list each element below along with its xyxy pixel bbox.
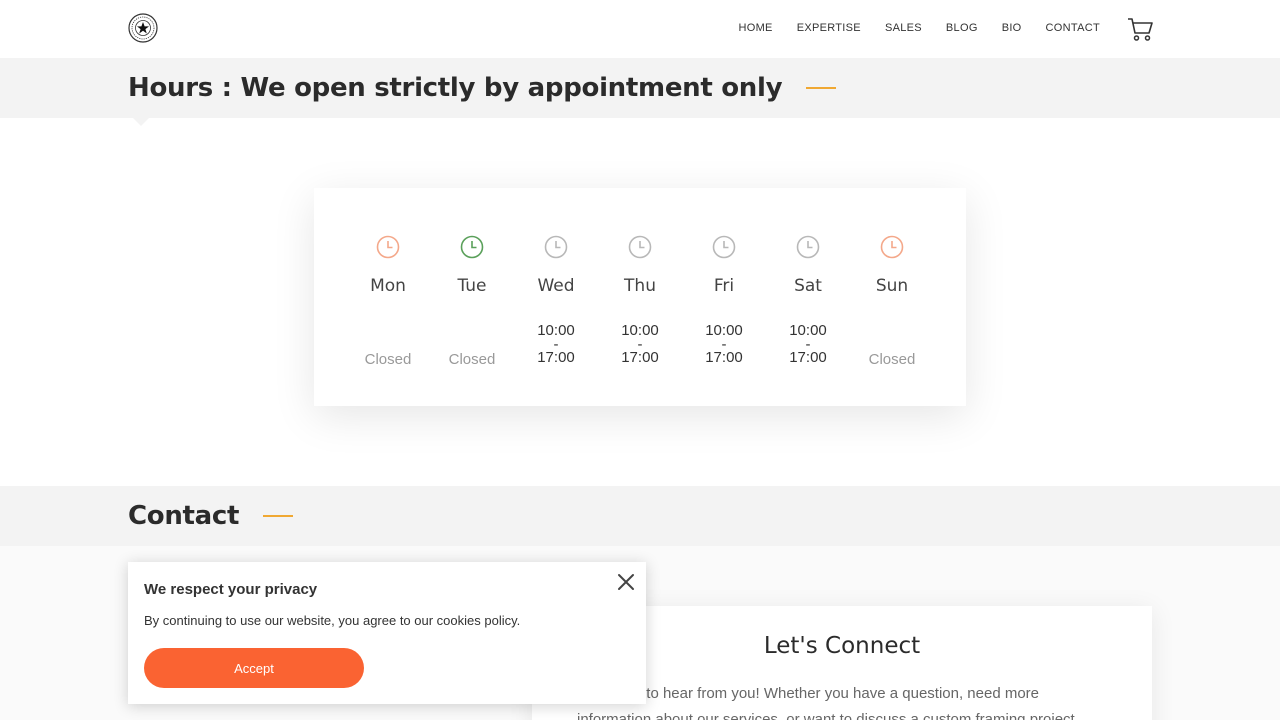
- logo-icon[interactable]: [128, 13, 158, 43]
- close-icon[interactable]: [616, 572, 636, 592]
- close-time: 17:00: [789, 349, 827, 366]
- day-sun: Sun Closed: [850, 188, 934, 406]
- contact-title: Contact: [128, 501, 240, 531]
- accept-button[interactable]: Accept: [144, 648, 364, 688]
- connect-text: We'd love to hear from you! Whether you …: [577, 685, 1075, 720]
- day-tue: Tue Closed: [430, 188, 514, 406]
- privacy-title: We respect your privacy: [144, 581, 318, 598]
- clock-icon: [376, 235, 400, 259]
- title-accent-dash: [263, 515, 293, 517]
- close-time: 17:00: [705, 349, 743, 366]
- clock-icon: [796, 235, 820, 259]
- nav-home[interactable]: HOME: [738, 22, 772, 34]
- close-time: 17:00: [537, 349, 575, 366]
- day-name: Tue: [457, 276, 487, 296]
- hours-card: Mon Closed Tue Closed Wed 10:00 - 17:00 …: [314, 188, 966, 406]
- hours-band: Hours : We open strictly by appointment …: [0, 58, 1280, 126]
- clock-icon: [544, 235, 568, 259]
- day-mon: Mon Closed: [346, 188, 430, 406]
- clock-icon: [460, 235, 484, 259]
- nav-sales[interactable]: SALES: [885, 22, 922, 34]
- day-hours: 10:00 - 17:00: [514, 323, 598, 366]
- day-name: Fri: [713, 276, 735, 296]
- clock-icon: [628, 235, 652, 259]
- day-hours: 10:00 - 17:00: [766, 323, 850, 366]
- band-notch: [133, 118, 149, 126]
- day-hours: 10:00 - 17:00: [598, 323, 682, 366]
- privacy-text: By continuing to use our website, you ag…: [144, 613, 521, 628]
- privacy-popup: We respect your privacy By continuing to…: [128, 562, 646, 704]
- nav-contact[interactable]: CONTACT: [1046, 22, 1100, 34]
- cart-icon[interactable]: [1126, 15, 1154, 43]
- nav-blog[interactable]: BLOG: [946, 22, 978, 34]
- day-status: Closed: [364, 351, 412, 368]
- day-name: Mon: [370, 276, 406, 296]
- day-sat: Sat 10:00 - 17:00: [766, 188, 850, 406]
- day-fri: Fri 10:00 - 17:00: [682, 188, 766, 406]
- day-name: Wed: [537, 276, 575, 296]
- day-hours: 10:00 - 17:00: [682, 323, 766, 366]
- day-name: Sat: [794, 276, 822, 296]
- title-accent-dash: [806, 87, 836, 89]
- day-name: Sun: [875, 276, 909, 296]
- site-header: HOME EXPERTISE SALES BLOG BIO CONTACT: [0, 0, 1280, 58]
- nav-bio[interactable]: BIO: [1002, 22, 1022, 34]
- clock-icon: [880, 235, 904, 259]
- day-thu: Thu 10:00 - 17:00: [598, 188, 682, 406]
- hours-title: Hours : We open strictly by appointment …: [128, 73, 783, 103]
- day-status: Closed: [868, 351, 916, 368]
- day-wed: Wed 10:00 - 17:00: [514, 188, 598, 406]
- day-name: Thu: [624, 276, 656, 296]
- contact-band: Contact: [0, 486, 1280, 554]
- day-status: Closed: [448, 351, 496, 368]
- close-time: 17:00: [621, 349, 659, 366]
- nav-expertise[interactable]: EXPERTISE: [797, 22, 861, 34]
- clock-icon: [712, 235, 736, 259]
- main-nav: HOME EXPERTISE SALES BLOG BIO CONTACT: [714, 0, 1100, 56]
